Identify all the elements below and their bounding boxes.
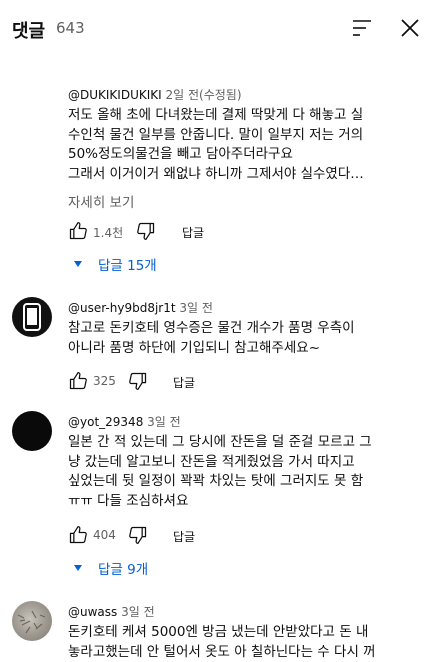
comment-meta: @yot_29348 3일 전 (68, 413, 181, 430)
chevron-down-icon (72, 258, 84, 270)
like-icon[interactable] (68, 371, 88, 391)
avatar[interactable] (12, 297, 52, 337)
reply-button[interactable]: 답글 (173, 528, 195, 545)
reply-button[interactable]: 답글 (182, 224, 204, 241)
comment-meta: @DUKIKIDUKIKI 2일 전(수정됨) (68, 86, 242, 103)
comment-meta: @uwass 3일 전 (68, 603, 155, 620)
replies-count-label: 답글 15개 (98, 254, 157, 274)
close-icon[interactable] (398, 16, 422, 40)
comment-author[interactable]: @uwass (68, 605, 117, 619)
avatar[interactable] (12, 411, 52, 451)
comment-author[interactable]: @user-hy9bd8jr1t (68, 301, 176, 315)
comment-line: 놓라고했는데 안 털어서 옷도 아 칠하닌다는 수 다시 꺼 (68, 643, 398, 662)
comment-line: 돈키호테 케셔 5000엔 방금 냈는데 안받았다고 돈 내 (68, 623, 398, 643)
comment-text: 참고로 돈키호테 영수증은 물건 개수가 품명 우측이 아니라 품명 하단에 기… (68, 319, 398, 358)
like-count: 404 (93, 528, 116, 542)
like-icon[interactable] (68, 525, 88, 545)
comment-line: 일본 간 적 있는데 그 당시에 잔돈을 덜 준걸 모르고 그 (68, 433, 398, 453)
dislike-icon[interactable] (128, 371, 148, 391)
like-count: 325 (93, 374, 116, 388)
read-more-link[interactable]: 자세히 보기 (68, 191, 134, 211)
comment-line: 그래서 이거이거 왜없냐 하니까 그제서야 실수였다… (68, 165, 398, 185)
avatar[interactable] (12, 601, 52, 641)
reply-button[interactable]: 답글 (173, 374, 195, 391)
comment-line: 싶었는데 뒷 일정이 꽉꽉 차있는 탓에 그러지도 못 함 (68, 472, 398, 492)
comment-line: 참고로 돈키호테 영수증은 물건 개수가 품명 우측이 (68, 319, 398, 339)
comment-line: 수인척 물건 일부를 안줍니다. 말이 일부지 저는 거의 (68, 126, 398, 146)
comment-time: 3일 전 (179, 301, 213, 315)
comment-time: 2일 전(수정됨) (166, 88, 242, 102)
comment-time: 3일 전 (147, 415, 181, 429)
comment-text: 일본 간 적 있는데 그 당시에 잔돈을 덜 준걸 모르고 그 냥 갔는데 알고… (68, 433, 398, 511)
comment-line: 아니라 품명 하단에 기입되니 참고해주세요~ (68, 339, 398, 359)
comment-time: 3일 전 (121, 605, 155, 619)
dislike-icon[interactable] (128, 525, 148, 545)
comments-count: 643 (56, 19, 85, 37)
replies-count-label: 답글 9개 (98, 558, 148, 578)
comment-text: 저도 올해 초에 다녀왔는데 결제 딱맞게 다 해놓고 실 수인척 물건 일부를… (68, 106, 398, 184)
comment-actions: 404 답글 (68, 525, 368, 549)
comment-line: 냥 갔는데 알고보니 잔돈을 적게줬었음 가서 따지고 (68, 453, 398, 473)
comment-line: 50%정도의물건을 빼고 담아주더라구요 (68, 145, 398, 165)
comment-line: 저도 올해 초에 다녀왔는데 결제 딱맞게 다 해놓고 실 (68, 106, 398, 126)
like-icon[interactable] (68, 221, 88, 241)
comment-meta: @user-hy9bd8jr1t 3일 전 (68, 299, 213, 316)
comment-author[interactable]: @DUKIKIDUKIKI (68, 88, 162, 102)
comment-actions: 1.4천 답글 (68, 221, 368, 245)
chevron-down-icon (72, 562, 84, 574)
dislike-icon[interactable] (136, 221, 156, 241)
comment-text: 돈키호테 케셔 5000엔 방금 냈는데 안받았다고 돈 내 놓라고했는데 안 … (68, 623, 398, 662)
comment-line: ㅠㅠ 다들 조심하셔요 (68, 492, 398, 512)
comment-author[interactable]: @yot_29348 (68, 415, 143, 429)
avatar-texture (12, 601, 52, 641)
like-count: 1.4천 (93, 224, 123, 241)
phone-icon (12, 297, 52, 337)
sort-icon[interactable] (350, 16, 374, 40)
comment-actions: 325 답글 (68, 371, 368, 395)
comments-title: 댓글 (12, 17, 45, 43)
comments-header: 댓글 643 (0, 0, 430, 56)
